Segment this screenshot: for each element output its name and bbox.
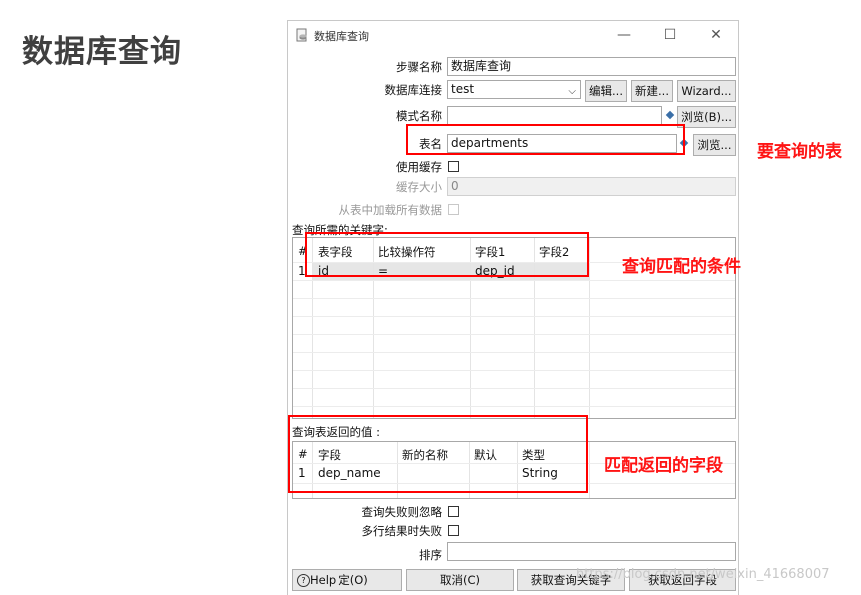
browse-schema-button[interactable]: 浏览(B)... bbox=[677, 106, 736, 128]
multi-row-fail-label: 多行结果时失败 bbox=[361, 524, 443, 538]
connection-label: 数据库连接 bbox=[384, 83, 443, 97]
load-all-label: 从表中加载所有数据 bbox=[338, 203, 443, 217]
database-lookup-dialog: 数据库查询 — ☐ ✕ 步骤名称 数据库查询 数据库连接 test ⌵ 编辑..… bbox=[287, 20, 739, 595]
conditions-highlight-box bbox=[305, 232, 589, 277]
fail-ignore-label: 查询失败则忽略 bbox=[361, 505, 443, 519]
wizard-button[interactable]: Wizard... bbox=[677, 80, 736, 102]
sort-caret-icon: ^ bbox=[296, 237, 304, 244]
cache-size-input[interactable]: 0 bbox=[447, 177, 736, 196]
step-name-label: 步骤名称 bbox=[396, 60, 442, 74]
close-button[interactable]: ✕ bbox=[704, 25, 728, 45]
annotation-return-fields: 匹配返回的字段 bbox=[604, 456, 723, 476]
load-all-checkbox[interactable] bbox=[448, 204, 459, 215]
help-label: Help bbox=[310, 573, 337, 587]
chevron-down-icon[interactable]: ⌵ bbox=[568, 83, 576, 98]
schema-input[interactable] bbox=[447, 106, 662, 125]
minimize-button[interactable]: — bbox=[612, 25, 636, 45]
return-fields-highlight-box bbox=[288, 415, 588, 493]
schema-label: 模式名称 bbox=[396, 109, 442, 123]
new-connection-button[interactable]: 新建... bbox=[631, 80, 673, 102]
title-bar: 数据库查询 — ☐ ✕ bbox=[288, 21, 738, 49]
edit-connection-button[interactable]: 编辑... bbox=[585, 80, 627, 102]
table-highlight-box bbox=[406, 124, 685, 155]
help-icon: ? bbox=[297, 574, 310, 587]
multi-row-fail-checkbox[interactable] bbox=[448, 525, 459, 536]
maximize-button[interactable]: ☐ bbox=[658, 25, 682, 45]
use-cache-checkbox[interactable] bbox=[448, 161, 459, 172]
step-name-input[interactable]: 数据库查询 bbox=[447, 57, 736, 76]
window-title: 数据库查询 bbox=[314, 30, 369, 43]
order-label: 排序 bbox=[419, 548, 442, 562]
order-input[interactable] bbox=[447, 542, 736, 561]
cache-size-label: 缓存大小 bbox=[396, 180, 442, 194]
fail-ignore-checkbox[interactable] bbox=[448, 506, 459, 517]
database-icon bbox=[296, 28, 307, 42]
connection-value: test bbox=[451, 82, 475, 96]
variable-icon bbox=[665, 110, 675, 120]
help-ok-button[interactable]: ? Help 定(O) bbox=[292, 569, 402, 591]
slide-title: 数据库查询 bbox=[22, 34, 182, 70]
use-cache-label: 使用缓存 bbox=[396, 160, 442, 174]
browse-table-button[interactable]: 浏览... bbox=[693, 134, 736, 156]
watermark: https://blog.csdn.net/weixin_41668007 bbox=[576, 567, 830, 582]
annotation-table: 要查询的表 bbox=[757, 142, 842, 162]
annotation-conditions: 查询匹配的条件 bbox=[622, 257, 741, 277]
ok-label: 定(O) bbox=[338, 573, 368, 587]
cancel-button[interactable]: 取消(C) bbox=[406, 569, 514, 591]
connection-select[interactable]: test ⌵ bbox=[447, 80, 581, 99]
